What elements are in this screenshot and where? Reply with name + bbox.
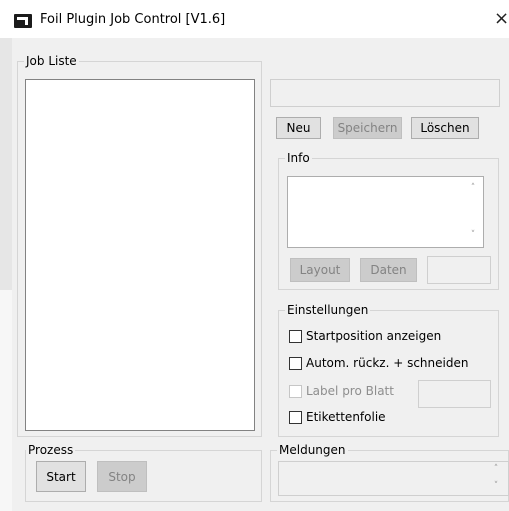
scroll-down-icon[interactable]: ˅ — [467, 230, 479, 240]
delete-button[interactable]: Löschen — [411, 117, 479, 139]
data-button[interactable]: Daten — [360, 258, 417, 282]
scroll-up-icon[interactable]: ˄ — [490, 464, 502, 474]
show-start-position-checkbox[interactable] — [289, 330, 302, 343]
title-bar: Foil Plugin Job Control [V1.6] × — [0, 0, 509, 38]
scroll-down-icon[interactable]: ˅ — [490, 481, 502, 491]
label-per-sheet-checkbox[interactable] — [289, 385, 302, 398]
new-button[interactable]: Neu — [276, 117, 321, 139]
job-listbox[interactable] — [25, 79, 255, 431]
stop-button[interactable]: Stop — [97, 461, 147, 492]
close-icon[interactable]: × — [494, 10, 509, 28]
auto-return-cut-label: Autom. rückz. + schneiden — [306, 356, 469, 370]
job-name-field[interactable] — [270, 79, 500, 107]
app-logo-icon — [14, 14, 32, 28]
window-title: Foil Plugin Job Control [V1.6] — [40, 12, 226, 27]
layout-button[interactable]: Layout — [290, 258, 350, 282]
process-legend: Prozess — [26, 443, 76, 457]
job-list-legend: Job Liste — [24, 54, 79, 68]
label-per-sheet-field[interactable] — [418, 380, 491, 408]
background-strip — [0, 38, 12, 290]
background-strip — [0, 290, 12, 511]
info-textarea[interactable] — [287, 176, 484, 248]
info-side-field[interactable] — [427, 256, 491, 284]
label-foil-checkbox[interactable] — [289, 411, 302, 424]
messages-legend: Meldungen — [277, 443, 348, 457]
settings-legend: Einstellungen — [285, 303, 371, 317]
start-button[interactable]: Start — [36, 461, 86, 492]
scroll-up-icon[interactable]: ˄ — [467, 183, 479, 193]
show-start-position-label: Startposition anzeigen — [306, 329, 442, 343]
auto-return-cut-checkbox[interactable] — [289, 357, 302, 370]
info-legend: Info — [285, 151, 312, 165]
messages-textarea[interactable] — [278, 461, 509, 496]
save-button[interactable]: Speichern — [333, 117, 402, 139]
label-per-sheet-label: Label pro Blatt — [306, 384, 394, 398]
label-foil-label: Etikettenfolie — [306, 410, 386, 424]
